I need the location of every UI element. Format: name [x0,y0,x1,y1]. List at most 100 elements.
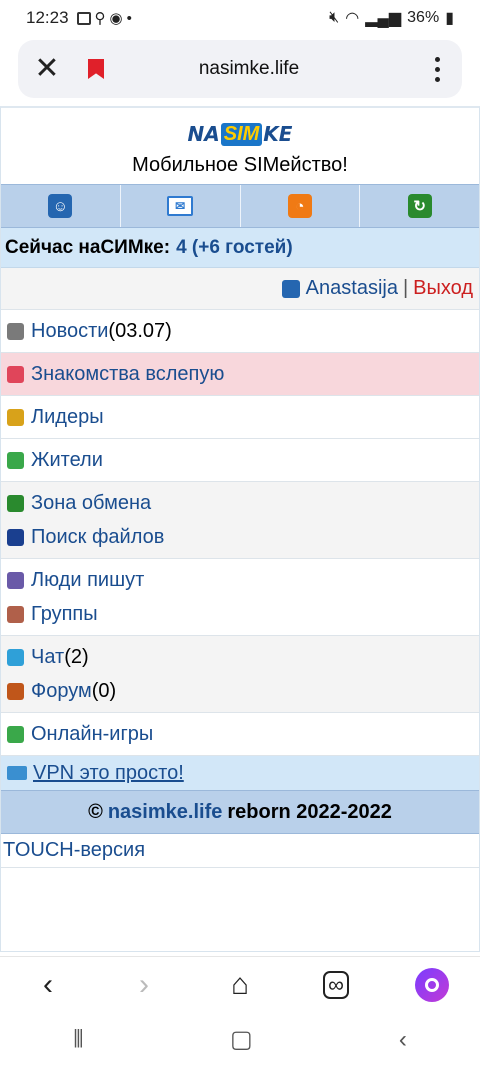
close-tab-button[interactable]: ✕ [18,40,76,98]
recent-apps-button[interactable]: ⦀ [73,1026,84,1054]
separator: | [402,277,409,299]
menu-item-leaders[interactable]: Лидеры [1,400,479,434]
rss-icon: ◔ [287,194,312,218]
browser-menu-button[interactable] [412,56,462,82]
refresh-icon: ↻ [407,194,432,218]
site-footer: © nasimke.life reborn 2022-2022 [1,790,479,834]
menu-item-news-label[interactable]: Новости [31,320,108,343]
pen-icon [7,571,24,589]
menu-item-search[interactable]: Поиск файлов [1,520,479,554]
menu-item-forum[interactable]: Форум (0) [1,674,479,708]
mail-icon: ✉ [167,196,194,216]
status-time: 12:23 [26,8,69,27]
user-icon: ☺ [48,194,73,218]
rss-link[interactable]: ◔ [241,185,361,227]
news-icon [7,322,24,340]
menu-block-residents: Жители [1,439,479,482]
vpn-link[interactable]: VPN это просто! [33,762,184,785]
menu-item-forum-label[interactable]: Форум [31,680,92,703]
footer-site-link[interactable]: nasimke.life [108,801,223,824]
search-notification-icon: ⚲ [94,10,106,27]
chevron-right-icon: › [139,967,149,1001]
more-dot: • [126,9,132,27]
close-icon: ✕ [34,52,60,85]
chat-icon [7,648,24,666]
bookmark-button[interactable] [76,59,116,79]
users-icon [7,451,24,469]
mute-icon: 🔇︎ [329,9,340,26]
copyright-sign: © [88,800,103,823]
user-row: Anastasija | Выход [1,268,479,310]
bookmark-icon [88,59,104,79]
menu-item-exchange-label[interactable]: Зона обмена [31,492,151,515]
menu-item-residents[interactable]: Жители [1,443,479,477]
logo-part-sim: SIM [220,122,263,146]
menu-item-leaders-label[interactable]: Лидеры [31,406,104,429]
refresh-link[interactable]: ↻ [360,185,479,227]
menu-item-residents-label[interactable]: Жители [31,449,103,472]
groups-icon [7,605,24,623]
site-logo[interactable]: NA SIM KE [1,114,479,154]
menu-item-chat[interactable]: Чат (2) [1,640,479,674]
forward-button[interactable]: › [114,957,174,1013]
mail-link[interactable]: ✉ [121,185,241,227]
menu-item-dating-label[interactable]: Знакомства вслепую [31,363,224,386]
web-page: NA SIM KE Мобильное SIMейство! ☺ ✉ ◔ ↻ С… [0,106,480,952]
menu-item-games[interactable]: Онлайн-игры [1,717,479,751]
system-nav-bar: ⦀ ▢ ‹ [0,1012,480,1067]
url-field[interactable]: nasimke.life [116,58,412,80]
menu-item-news[interactable]: Новости (03.07) [1,314,479,348]
menu-block-leaders: Лидеры [1,396,479,439]
vpn-icon [7,766,27,780]
menu-item-chat-label[interactable]: Чат [31,646,64,669]
globe-icon: ◉ [109,10,123,27]
status-bar: 12:23 ⚲ ◉ • 🔇︎ ◠ ▂▄▆ 36% ▮ [0,0,480,36]
chevron-left-icon: ‹ [43,967,53,1001]
menu-block-files: Зона обмена Поиск файлов [1,482,479,559]
touch-version-link[interactable]: TOUCH-версия [1,834,479,868]
home-button[interactable]: ⌂ [210,957,270,1013]
online-count-link[interactable]: 4 (+6 гостей) [176,237,293,259]
heart-icon [7,365,24,383]
gamepad-icon [7,725,24,743]
browser-toolbar: ‹ › ⌂ ∞ [0,956,480,1012]
infinity-icon: ∞ [323,970,349,999]
menu-item-exchange[interactable]: Зона обмена [1,486,479,520]
menu-item-groups[interactable]: Группы [1,597,479,631]
menu-item-search-label[interactable]: Поиск файлов [31,526,164,549]
menu-item-games-label[interactable]: Онлайн-игры [31,723,153,746]
logout-link[interactable]: Выход [413,277,473,300]
alice-assistant-button[interactable] [402,957,462,1013]
menu-block-chat: Чат (2) Форум (0) [1,636,479,713]
battery-level: 36% [407,9,440,26]
user-icon [281,279,300,298]
username-link[interactable]: Anastasija [306,277,398,300]
menu-item-groups-label[interactable]: Группы [31,603,98,626]
online-label: Сейчас наСИМке: [5,236,171,258]
tabs-button[interactable]: ∞ [306,957,366,1013]
wifi-icon: ◠ [345,10,360,27]
gallery-icon [76,11,91,25]
forum-count: (0) [91,679,117,702]
menu-item-dating[interactable]: Знакомства вслепую [1,357,479,391]
menu-block-games: Онлайн-игры [1,713,479,756]
menu-dot [434,76,440,82]
menu-item-people-label[interactable]: Люди пишут [31,569,144,592]
quick-nav-bar: ☺ ✉ ◔ ↻ [1,184,479,228]
alice-icon [415,967,449,1002]
home-nav-button[interactable]: ▢ [230,1025,253,1054]
menu-dot [434,56,440,62]
trophy-icon [7,408,24,426]
search-icon [7,528,24,546]
menu-item-people[interactable]: Люди пишут [1,563,479,597]
back-button[interactable]: ‹ [18,957,78,1013]
chat-count: (2) [64,645,89,668]
menu-dot [434,66,440,72]
profile-link[interactable]: ☺ [1,185,121,227]
forum-icon [7,682,24,700]
address-bar: ✕ nasimke.life [18,40,462,98]
home-icon: ⌂ [230,967,250,1001]
notification-icons: ⚲ ◉ • [76,9,132,27]
back-nav-button[interactable]: ‹ [399,1026,407,1054]
battery-icon: ▮ [445,10,454,27]
